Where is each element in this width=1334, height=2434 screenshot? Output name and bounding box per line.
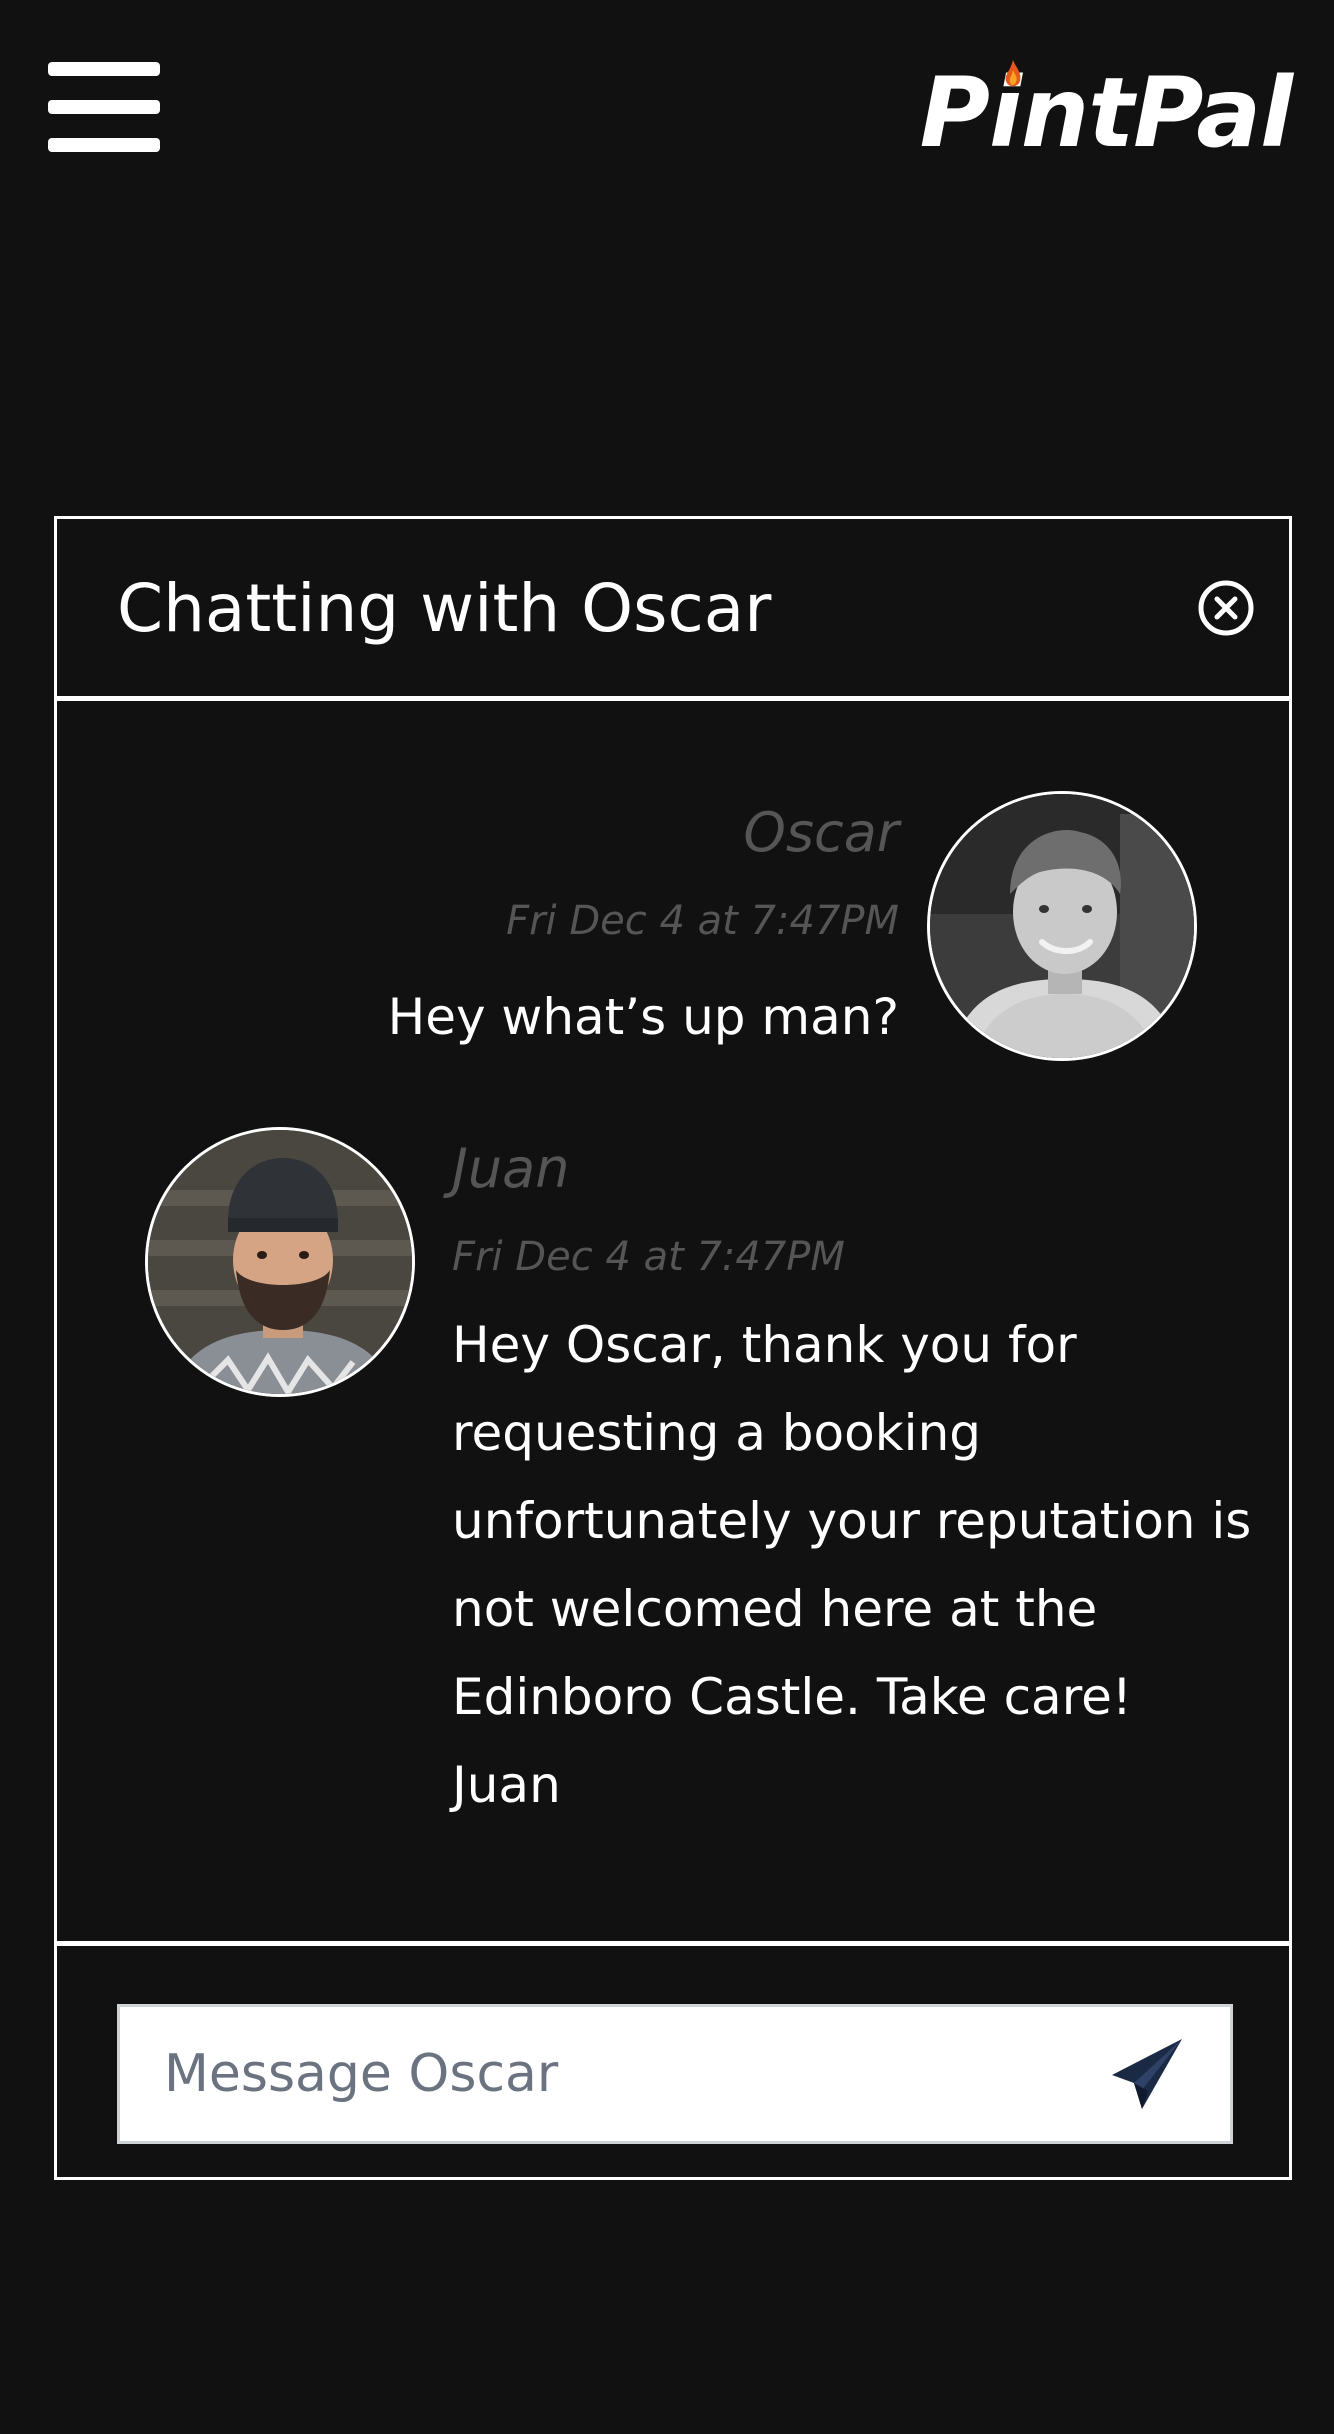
menu-bar — [48, 62, 160, 76]
avatar-juan — [145, 1127, 415, 1397]
avatar-photo — [930, 794, 1194, 1058]
chat-panel: Chatting with Oscar Oscar Fri Dec 4 at 7… — [54, 516, 1292, 2180]
message-timestamp: Fri Dec 4 at 7:47PM — [506, 898, 899, 944]
message-composer — [57, 1941, 1289, 2177]
chat-title: Chatting with Oscar — [117, 570, 772, 647]
message-list[interactable]: Oscar Fri Dec 4 at 7:47PM Hey what’s up … — [57, 701, 1289, 1941]
message-timestamp: Fri Dec 4 at 7:47PM — [452, 1234, 845, 1280]
logo-text: PintPal — [919, 57, 1293, 169]
message-box — [117, 2004, 1233, 2144]
close-circle-icon[interactable] — [1197, 579, 1255, 637]
message-sender: Oscar — [743, 801, 899, 864]
menu-bar — [48, 100, 160, 114]
pintpal-logo[interactable]: PintPal — [919, 57, 1293, 169]
message-input[interactable] — [120, 2007, 1080, 2141]
avatar-oscar — [927, 791, 1197, 1061]
message-sender: Juan — [452, 1137, 570, 1200]
avatar-photo — [148, 1130, 412, 1394]
paper-plane-send-icon[interactable] — [1108, 2035, 1186, 2113]
message-text: Hey Oscar, thank you for requesting a bo… — [452, 1316, 1252, 1814]
menu-bar — [48, 138, 160, 152]
message-text: Hey what’s up man? — [387, 988, 899, 1046]
flame-icon — [1005, 60, 1020, 87]
chat-header: Chatting with Oscar — [57, 519, 1289, 701]
hamburger-menu-icon[interactable] — [48, 60, 160, 160]
